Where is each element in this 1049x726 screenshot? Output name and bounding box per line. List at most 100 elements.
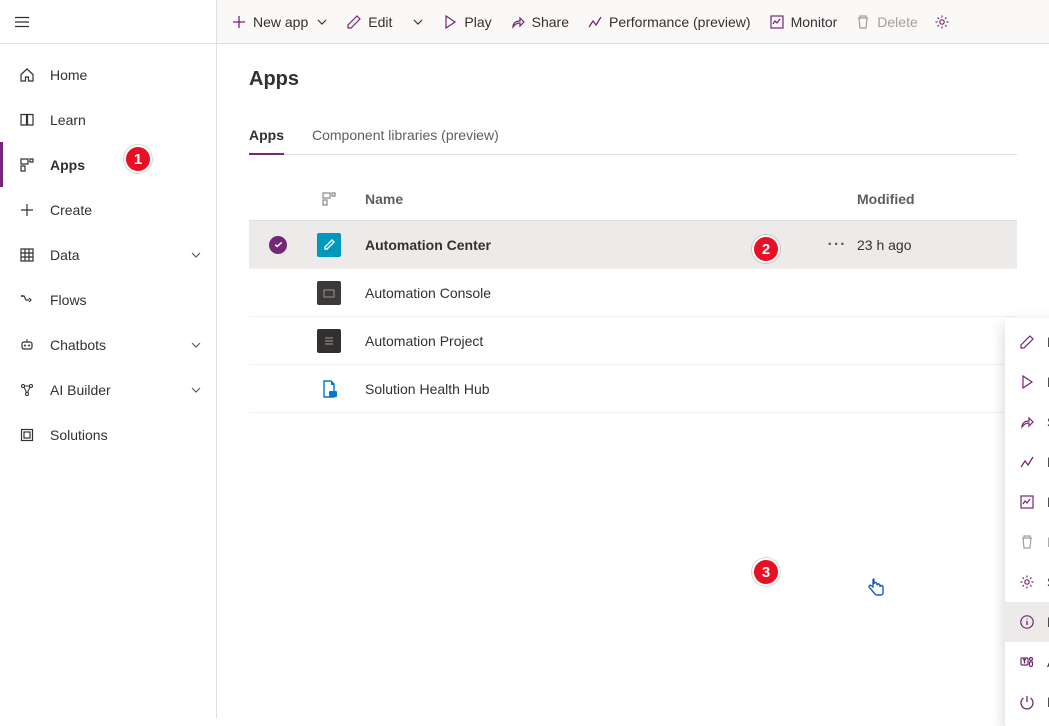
nav-solutions[interactable]: Solutions bbox=[0, 412, 216, 457]
hamburger-button[interactable] bbox=[0, 0, 216, 44]
table-row[interactable]: Automation Console bbox=[249, 269, 1017, 317]
nav-aibuilder[interactable]: AI Builder bbox=[0, 367, 216, 412]
play-button[interactable]: Play bbox=[434, 6, 499, 38]
share-icon bbox=[510, 14, 526, 30]
checkmark-icon[interactable] bbox=[269, 236, 287, 254]
table-row[interactable]: Automation Project bbox=[249, 317, 1017, 365]
ellipsis-icon: ··· bbox=[828, 237, 847, 253]
performance-button[interactable]: Performance (preview) bbox=[579, 6, 759, 38]
nav-label: AI Builder bbox=[50, 382, 190, 398]
ctx-settings[interactable]: Settings bbox=[1005, 562, 1049, 602]
sidebar: Home Learn Apps Create Data bbox=[0, 0, 217, 718]
play-label: Play bbox=[464, 14, 491, 30]
chevron-down-icon bbox=[190, 339, 202, 351]
cell-name: Automation Project bbox=[353, 333, 817, 349]
power-icon bbox=[1019, 694, 1035, 710]
nav-label: Chatbots bbox=[50, 337, 190, 353]
ctx-monitor[interactable]: Monitor bbox=[1005, 482, 1049, 522]
solutions-icon bbox=[18, 426, 36, 444]
share-label: Share bbox=[532, 14, 569, 30]
monitor-label: Monitor bbox=[791, 14, 838, 30]
ctx-details[interactable]: Details bbox=[1005, 602, 1049, 642]
ctx-performance[interactable]: Performance (preview) bbox=[1005, 442, 1049, 482]
tab-apps[interactable]: Apps bbox=[249, 117, 284, 155]
ctx-edit[interactable]: Edit bbox=[1005, 322, 1049, 362]
delete-label: Delete bbox=[877, 14, 917, 30]
main: New app Edit Play Share Performance (pre… bbox=[217, 0, 1049, 718]
nav-chatbots[interactable]: Chatbots bbox=[0, 322, 216, 367]
nav-label: Flows bbox=[50, 292, 202, 308]
new-app-button[interactable]: New app bbox=[223, 6, 336, 38]
nav-label: Data bbox=[50, 247, 190, 263]
annotation-3: 3 bbox=[752, 558, 780, 586]
table-row[interactable]: Solution Health Hub bbox=[249, 365, 1017, 413]
tabs: Apps Component libraries (preview) bbox=[249, 117, 1017, 155]
ctx-add-to-teams[interactable]: Add to Teams bbox=[1005, 642, 1049, 682]
monitor-button[interactable]: Monitor bbox=[761, 6, 846, 38]
row-more-button[interactable]: ··· bbox=[817, 237, 857, 253]
context-menu: Edit Play Share Performance (preview) bbox=[1005, 318, 1049, 726]
edit-button[interactable]: Edit bbox=[338, 6, 400, 38]
monitor-icon bbox=[1019, 494, 1035, 510]
share-button[interactable]: Share bbox=[502, 6, 577, 38]
app-tile-icon bbox=[317, 281, 341, 305]
ctx-share[interactable]: Share bbox=[1005, 402, 1049, 442]
ctx-play[interactable]: Play bbox=[1005, 362, 1049, 402]
tab-component-libraries[interactable]: Component libraries (preview) bbox=[312, 117, 499, 154]
nav-label: Learn bbox=[50, 112, 202, 128]
edit-dropdown[interactable] bbox=[402, 6, 432, 38]
table-row[interactable]: Automation Center ··· 23 h ago bbox=[249, 221, 1017, 269]
home-icon bbox=[18, 66, 36, 84]
cell-name: Automation Console bbox=[353, 285, 817, 301]
cell-modified: 23 h ago bbox=[857, 237, 1017, 253]
nav-flows[interactable]: Flows bbox=[0, 277, 216, 322]
performance-icon bbox=[587, 14, 603, 30]
apps-icon bbox=[18, 156, 36, 174]
monitor-icon bbox=[769, 14, 785, 30]
delete-icon bbox=[855, 14, 871, 30]
nav-list: Home Learn Apps Create Data bbox=[0, 44, 216, 457]
cell-name: Automation Center bbox=[353, 237, 817, 253]
nav-learn[interactable]: Learn bbox=[0, 97, 216, 142]
view-icon bbox=[321, 191, 337, 207]
gear-icon bbox=[1019, 574, 1035, 590]
chevron-down-icon bbox=[412, 16, 424, 28]
data-icon bbox=[18, 246, 36, 264]
delete-icon bbox=[1019, 534, 1035, 550]
col-name[interactable]: Name bbox=[353, 191, 817, 207]
col-modified[interactable]: Modified bbox=[857, 191, 1017, 207]
teams-icon bbox=[1019, 654, 1035, 670]
chevron-down-icon bbox=[190, 384, 202, 396]
nav-label: Solutions bbox=[50, 427, 202, 443]
annotation-2: 2 bbox=[752, 235, 780, 263]
edit-icon bbox=[1019, 334, 1035, 350]
edit-label: Edit bbox=[368, 14, 392, 30]
plus-icon bbox=[231, 14, 247, 30]
performance-icon bbox=[1019, 454, 1035, 470]
aibuilder-icon bbox=[18, 381, 36, 399]
info-icon bbox=[1019, 614, 1035, 630]
nav-data[interactable]: Data bbox=[0, 232, 216, 277]
plus-icon bbox=[18, 201, 36, 219]
share-icon bbox=[1019, 414, 1035, 430]
ctx-deactivate[interactable]: Deactivate bbox=[1005, 682, 1049, 722]
annotation-1: 1 bbox=[124, 145, 152, 173]
cursor-pointer-icon bbox=[866, 576, 886, 600]
flows-icon bbox=[18, 291, 36, 309]
nav-create[interactable]: Create bbox=[0, 187, 216, 232]
hamburger-icon bbox=[14, 14, 30, 30]
nav-apps[interactable]: Apps bbox=[0, 142, 216, 187]
ctx-delete: Delete bbox=[1005, 522, 1049, 562]
nav-label: Home bbox=[50, 67, 202, 83]
settings-button[interactable] bbox=[928, 6, 956, 38]
play-icon bbox=[1019, 374, 1035, 390]
gear-icon bbox=[934, 14, 950, 30]
nav-home[interactable]: Home bbox=[0, 52, 216, 97]
edit-icon bbox=[346, 14, 362, 30]
toolbar: New app Edit Play Share Performance (pre… bbox=[217, 0, 1049, 44]
new-app-label: New app bbox=[253, 14, 308, 30]
play-icon bbox=[442, 14, 458, 30]
cell-name: Solution Health Hub bbox=[353, 381, 817, 397]
performance-label: Performance (preview) bbox=[609, 14, 751, 30]
chevron-down-icon bbox=[190, 249, 202, 261]
